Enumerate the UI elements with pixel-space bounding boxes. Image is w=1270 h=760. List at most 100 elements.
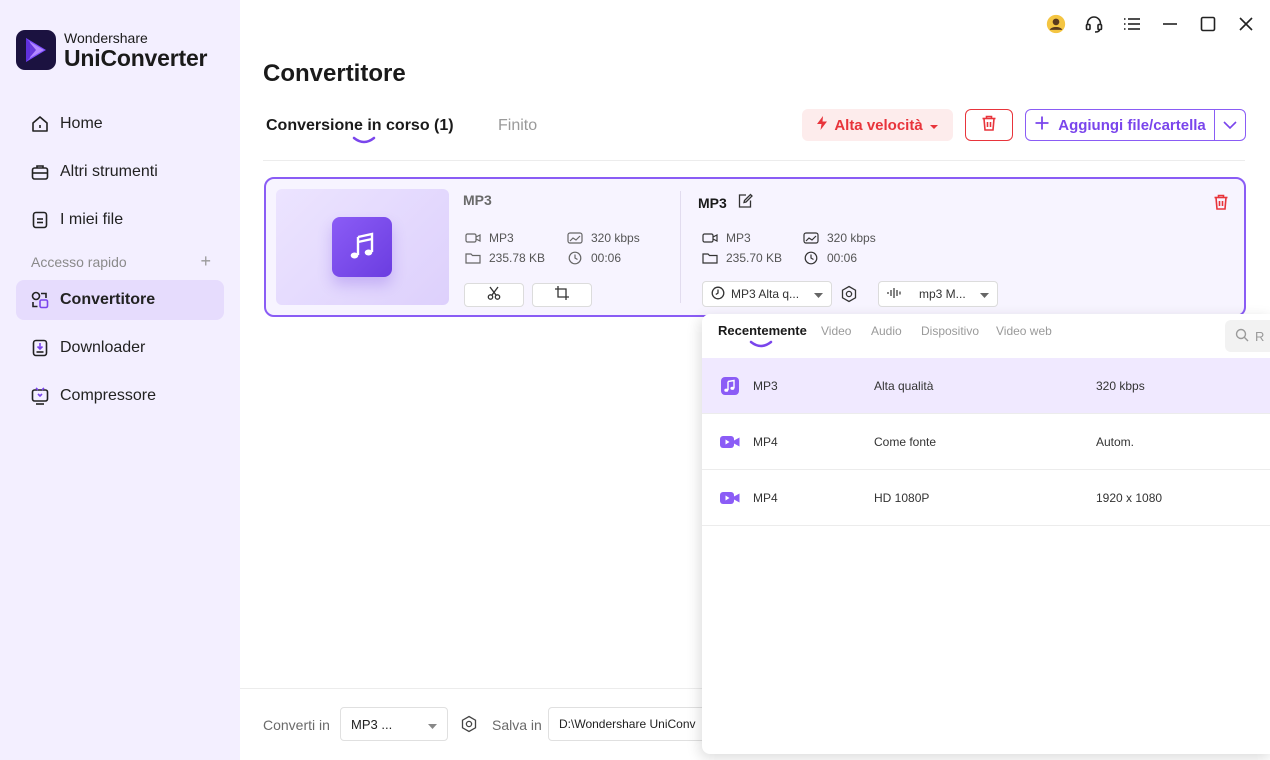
menu-icon[interactable] — [1122, 10, 1142, 38]
target-duration: 00:06 — [803, 251, 857, 265]
convert-settings-icon[interactable] — [460, 715, 478, 738]
clock-icon — [567, 251, 583, 265]
delete-file-icon[interactable] — [1212, 193, 1230, 216]
source-format: MP3 — [465, 231, 514, 245]
chevron-down-icon — [1223, 116, 1237, 134]
caret-down-icon — [980, 287, 989, 301]
video-camera-icon — [720, 488, 740, 508]
lightning-icon — [816, 116, 828, 134]
header-divider — [263, 160, 1245, 161]
file-thumbnail — [276, 189, 449, 305]
panel-tab-device[interactable]: Dispositivo — [921, 324, 979, 338]
add-quick-access-icon[interactable]: + — [200, 252, 211, 270]
preset-clock-icon — [711, 286, 725, 303]
image-icon — [567, 231, 583, 245]
panel-tab-video[interactable]: Video — [821, 324, 851, 338]
sidebar-item-home[interactable]: Home — [16, 104, 224, 144]
uniconverter-logo-icon — [16, 30, 56, 70]
waveform-icon — [887, 287, 903, 302]
format-search-input[interactable]: R — [1225, 320, 1270, 352]
quick-access-header: Accesso rapido + — [31, 252, 211, 270]
toolbox-icon — [30, 162, 50, 182]
source-bitrate: 320 kbps — [567, 231, 640, 245]
preset-settings-icon[interactable] — [840, 285, 858, 308]
home-icon — [30, 114, 50, 134]
sidebar-item-label: Downloader — [60, 339, 146, 356]
high-speed-label: Alta velocità — [834, 116, 923, 134]
format-option-mp3-high[interactable]: MP3 Alta qualità 320 kbps — [702, 358, 1270, 414]
edit-icon[interactable] — [737, 193, 753, 212]
card-separator — [680, 191, 681, 303]
app-logo: Wondershare UniConverter — [16, 30, 207, 70]
add-files-main[interactable]: Aggiungi file/cartella — [1026, 110, 1214, 140]
caret-down-icon — [929, 117, 939, 134]
brand-name: Wondershare — [64, 29, 148, 46]
save-path-field[interactable]: D:\Wondershare UniConv — [548, 707, 708, 741]
window-controls — [1046, 10, 1256, 38]
folder-icon — [702, 251, 718, 265]
tab-in-progress[interactable]: Conversione in corso (1) — [266, 117, 454, 135]
caret-down-icon — [814, 287, 823, 301]
downloader-icon — [30, 338, 50, 358]
tab-finished[interactable]: Finito — [498, 117, 537, 135]
panel-tab-recent[interactable]: Recentemente — [718, 323, 807, 338]
user-avatar-icon[interactable] — [1046, 10, 1066, 38]
save-to-label: Salva in — [492, 717, 542, 733]
active-tab-indicator — [352, 136, 376, 144]
sidebar-item-convertitore[interactable]: Convertitore — [16, 280, 224, 320]
format-option-mp4-hd[interactable]: MP4 HD 1080P 1920 x 1080 — [702, 470, 1270, 526]
trash-icon — [980, 114, 998, 137]
image-icon — [803, 231, 819, 245]
target-file-name: MP3 — [698, 193, 753, 212]
caret-down-icon — [428, 717, 437, 732]
sidebar-item-compressore[interactable]: Compressore — [16, 376, 224, 416]
maximize-icon[interactable] — [1198, 10, 1218, 38]
panel-tab-audio[interactable]: Audio — [871, 324, 902, 338]
delete-all-button[interactable] — [965, 109, 1013, 141]
clock-icon — [803, 251, 819, 265]
file-card[interactable]: MP3 MP3 320 kbps 235.78 KB 00:06 MP3 MP3… — [264, 177, 1246, 317]
target-size: 235.70 KB — [702, 251, 782, 265]
video-camera-icon — [702, 231, 718, 245]
sidebar-item-label: Altri strumenti — [60, 163, 158, 180]
sidebar: Wondershare UniConverter Home Altri stru… — [0, 0, 240, 760]
format-dropdown-panel: Recentemente Video Audio Dispositivo Vid… — [702, 314, 1270, 754]
panel-tab-indicator — [749, 340, 773, 348]
sidebar-item-label: I miei file — [60, 211, 124, 228]
add-files-label: Aggiungi file/cartella — [1058, 116, 1206, 134]
converter-icon — [30, 290, 50, 310]
target-format: MP3 — [702, 231, 751, 245]
sidebar-item-label: Convertitore — [60, 291, 156, 308]
sidebar-item-label: Compressore — [60, 387, 157, 404]
folder-icon — [465, 251, 481, 265]
product-name: UniConverter — [64, 44, 208, 71]
crop-button[interactable] — [532, 283, 592, 307]
add-files-dropdown[interactable] — [1214, 110, 1245, 140]
sidebar-item-i-miei-file[interactable]: I miei file — [16, 200, 224, 240]
video-camera-icon — [720, 432, 740, 452]
sidebar-item-downloader[interactable]: Downloader — [16, 328, 224, 368]
convert-to-label: Converti in — [263, 717, 330, 733]
video-camera-icon — [465, 231, 481, 245]
crop-icon — [554, 285, 570, 306]
trim-button[interactable] — [464, 283, 524, 307]
file-icon — [30, 210, 50, 230]
add-files-button[interactable]: Aggiungi file/cartella — [1025, 109, 1246, 141]
sidebar-item-altri-strumenti[interactable]: Altri strumenti — [16, 152, 224, 192]
target-bitrate: 320 kbps — [803, 231, 876, 245]
panel-tab-web-video[interactable]: Video web — [996, 324, 1052, 338]
headset-support-icon[interactable] — [1084, 10, 1104, 38]
plus-icon — [1034, 115, 1050, 135]
close-icon[interactable] — [1236, 10, 1256, 38]
high-speed-button[interactable]: Alta velocità — [802, 109, 953, 141]
compressor-icon — [30, 386, 50, 406]
search-icon — [1235, 328, 1249, 345]
audio-track-select[interactable]: mp3 M... — [878, 281, 998, 307]
minimize-icon[interactable] — [1160, 10, 1180, 38]
quick-access-label: Accesso rapido — [31, 254, 127, 270]
output-preset-select[interactable]: MP3 Alta q... — [702, 281, 832, 307]
convert-to-select[interactable]: MP3 ... — [340, 707, 448, 741]
source-file-name: MP3 — [463, 192, 492, 208]
source-duration: 00:06 — [567, 251, 621, 265]
format-option-mp4-source[interactable]: MP4 Come fonte Autom. — [702, 414, 1270, 470]
